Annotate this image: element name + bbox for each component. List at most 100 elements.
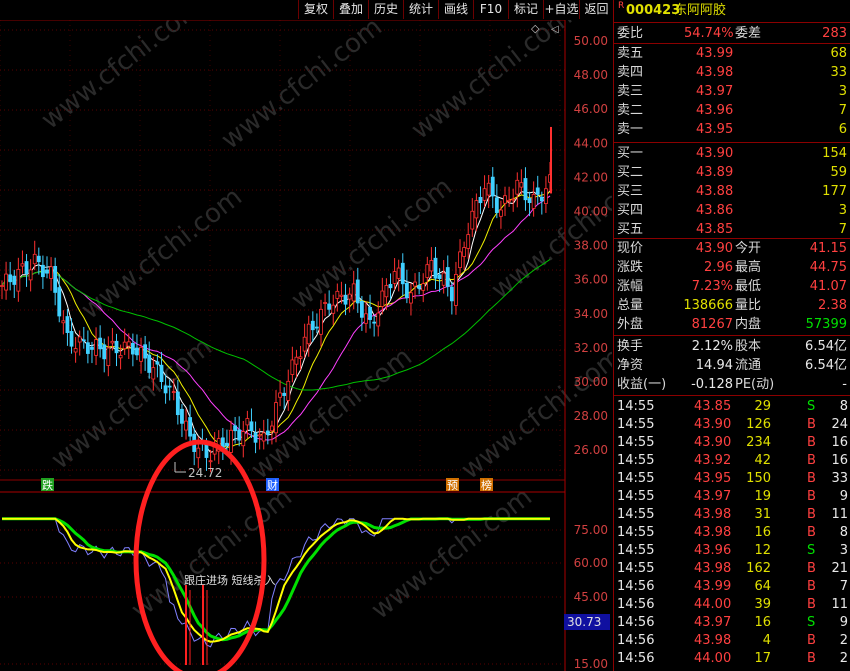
tick-side: B xyxy=(807,525,816,540)
tick-time: 14:55 xyxy=(617,399,655,414)
candle-body xyxy=(143,344,148,359)
statistics-button[interactable]: 统计 xyxy=(403,0,438,19)
ask-volume: 7 xyxy=(838,103,847,118)
stat-row: 现价 43.90 今开 41.15 xyxy=(617,241,847,256)
tick-time: 14:56 xyxy=(617,633,655,648)
ask-row: 卖二 43.96 7 xyxy=(617,103,847,118)
tick-volume: 31 xyxy=(754,507,771,522)
candle-body xyxy=(494,197,499,214)
tick-row: 14:55 43.96 12 S 3 xyxy=(614,542,850,559)
candle-body xyxy=(302,336,307,352)
candle-body xyxy=(77,336,82,343)
mark-button[interactable]: 标记 xyxy=(508,0,543,19)
tick-price: 44.00 xyxy=(694,597,732,612)
tick-count: 3 xyxy=(839,543,848,558)
candle-body xyxy=(507,199,512,202)
tick-price: 43.98 xyxy=(694,633,732,648)
diamond-icon: ◇ xyxy=(531,22,540,35)
tick-volume: 162 xyxy=(746,561,771,576)
candle-body xyxy=(286,380,291,401)
draw-line-button[interactable]: 画线 xyxy=(438,0,473,19)
stat-row: 涨幅 7.23% 最低 41.07 xyxy=(617,279,847,294)
tick-count: 8 xyxy=(839,399,848,414)
candle-body xyxy=(61,320,66,324)
candle-body xyxy=(32,253,37,265)
candle-body xyxy=(135,347,139,356)
bid-volume: 3 xyxy=(838,203,847,218)
stat-row: 收益(一) -0.128 PE(动) - xyxy=(617,377,847,392)
candle-body xyxy=(392,271,397,284)
back-button[interactable]: 返回 xyxy=(579,0,613,19)
bid-price: 43.85 xyxy=(696,222,734,237)
candle-body xyxy=(539,196,544,202)
candle-body xyxy=(347,293,352,300)
candle-body xyxy=(343,294,348,305)
price-tick-label: 28.00 xyxy=(574,409,608,423)
candle-body xyxy=(0,285,4,287)
candle-body xyxy=(245,418,250,426)
ask-price: 43.95 xyxy=(696,122,734,137)
candle-body xyxy=(28,269,33,281)
tick-side: B xyxy=(807,489,816,504)
add-watchlist-button[interactable]: +自选 xyxy=(543,0,579,19)
candle-body xyxy=(310,320,315,331)
candle-body xyxy=(241,431,246,447)
tick-price: 43.90 xyxy=(694,417,732,432)
price-tick-label: 42.00 xyxy=(574,170,608,184)
tick-volume: 17 xyxy=(754,651,771,666)
candle-body xyxy=(110,340,115,344)
bid-row: 买二 43.89 59 xyxy=(617,165,847,180)
candle-body xyxy=(208,460,213,463)
tick-time: 14:55 xyxy=(617,489,655,504)
candle-body xyxy=(155,361,160,365)
candle-body xyxy=(81,339,86,342)
candle-body xyxy=(20,263,25,267)
tick-row: 14:55 43.90 234 B 16 xyxy=(614,434,850,451)
candle-body xyxy=(482,188,487,201)
stat-row: 净资 14.94 流通 6.54亿 xyxy=(617,358,847,373)
weicha-value: 283 xyxy=(822,26,847,41)
tick-side: S xyxy=(807,543,816,558)
candle-body xyxy=(478,196,483,204)
chart-toolbar: 复权 叠加 历史 统计 画线 F10 标记 +自选 返回 xyxy=(0,0,612,20)
tick-side: B xyxy=(807,579,816,594)
tick-row: 14:56 43.97 16 S 9 xyxy=(614,614,850,631)
tick-time: 14:56 xyxy=(617,615,655,630)
tick-side: B xyxy=(807,453,816,468)
tick-time: 14:55 xyxy=(617,561,655,576)
bid-price: 43.86 xyxy=(696,203,734,218)
candle-body xyxy=(94,339,98,356)
price-tick-label: 38.00 xyxy=(574,239,608,253)
candle-body xyxy=(237,429,242,441)
stock-code: 000423 xyxy=(626,3,681,18)
candle-body xyxy=(4,273,8,291)
event-marker: 财 xyxy=(267,478,278,492)
tick-time: 14:55 xyxy=(617,435,655,450)
tick-count: 9 xyxy=(839,489,848,504)
price-tick-label: 34.00 xyxy=(574,307,608,321)
tick-time: 14:55 xyxy=(617,543,655,558)
bid-row: 买一 43.90 154 xyxy=(617,146,847,161)
candle-body xyxy=(368,306,372,320)
candle-body xyxy=(437,274,442,279)
tick-row: 14:55 43.98 162 B 21 xyxy=(614,560,850,577)
tick-row: 14:56 44.00 17 B 2 xyxy=(614,650,850,667)
f10-button[interactable]: F10 xyxy=(473,0,508,19)
candle-body xyxy=(175,391,180,416)
tick-side: S xyxy=(807,399,816,414)
kline-chart[interactable]: www.cfchi.com www.cfchi.com www.cfchi.comw… xyxy=(0,0,612,671)
bid-row: 买三 43.88 177 xyxy=(617,184,847,199)
candle-body xyxy=(376,312,381,327)
history-button[interactable]: 历史 xyxy=(368,0,403,19)
tick-side: B xyxy=(807,651,816,666)
candle-body xyxy=(45,269,49,274)
tick-count: 16 xyxy=(831,453,848,468)
ask-price: 43.99 xyxy=(696,46,734,61)
candle-body xyxy=(294,356,299,365)
fuquan-button[interactable]: 复权 xyxy=(298,0,333,19)
event-marker: 预 xyxy=(447,479,458,492)
candle-body xyxy=(188,417,193,437)
candle-body xyxy=(515,179,520,195)
overlay-button[interactable]: 叠加 xyxy=(333,0,368,19)
tick-row: 14:55 43.95 150 B 33 xyxy=(614,470,850,487)
